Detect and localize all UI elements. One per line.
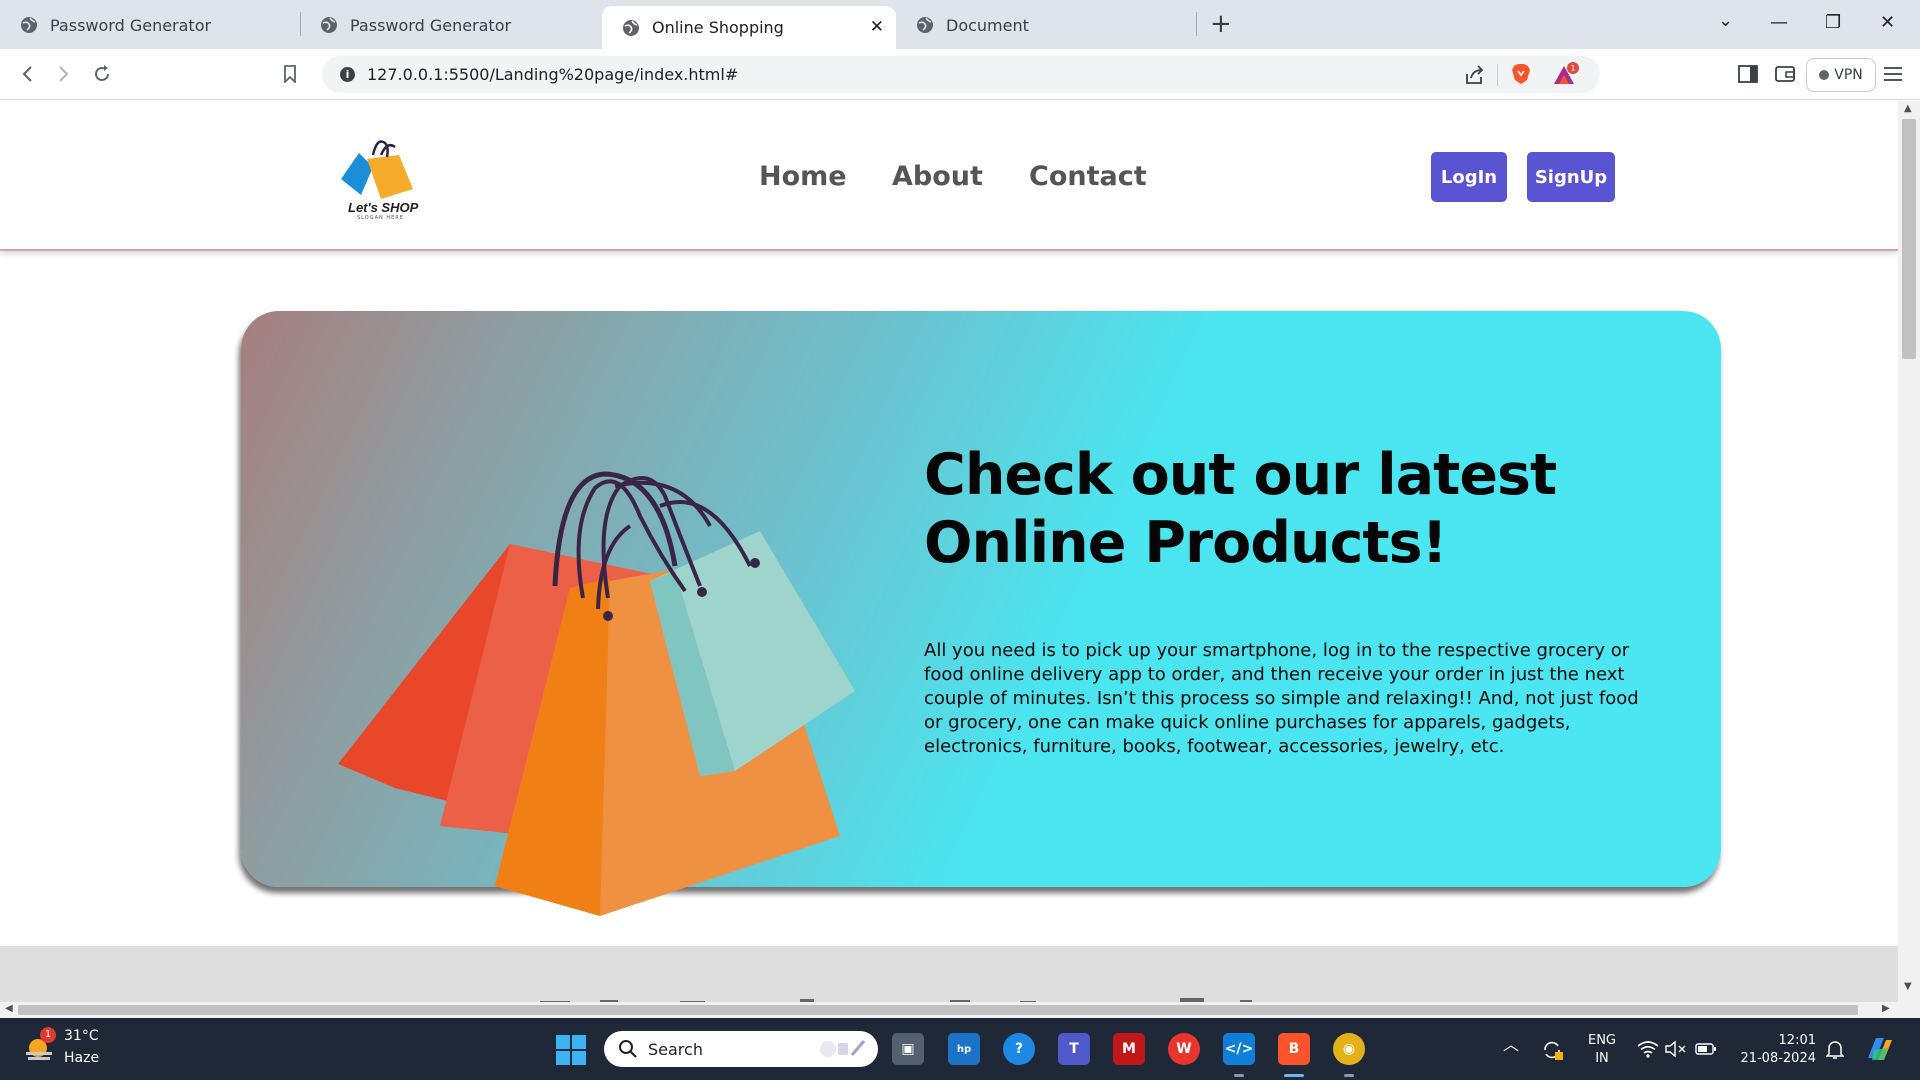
language-region: IN [1595,1051,1609,1066]
vertical-scroll-thumb[interactable] [1902,119,1916,359]
hero-description: All you need is to pick up your smartpho… [924,640,1639,757]
globe-icon [21,17,37,33]
tab-title: Password Generator [350,15,512,35]
wifi-icon[interactable] [1637,1040,1659,1058]
tab-document[interactable]: Document [896,5,1196,45]
close-window-button[interactable]: ✕ [1880,12,1895,33]
brave-active-indicator [1284,1074,1304,1077]
nav-home-link[interactable]: Home [759,161,847,192]
sidebar-icon[interactable] [1738,65,1758,83]
forward-arrow-icon [59,66,69,82]
notification-bell-icon[interactable] [1826,1040,1844,1060]
system-clock[interactable]: 12:01 21-08-2024 [1736,1032,1816,1068]
chrome-running-indicator [1344,1074,1354,1077]
browser-toolbar: i 127.0.0.1:5500/Landing%20page/index.ht… [0,49,1920,100]
nav-contact-link[interactable]: Contact [1029,161,1147,192]
scroll-right-arrow-icon[interactable]: ▶ [1882,1003,1890,1014]
search-highlight-icon [820,1040,866,1057]
tab-bar: Password Generator Password Generator On… [0,0,1920,49]
globe-icon [917,17,933,33]
vertical-scrollbar[interactable]: ▲ ▼ [1898,101,1920,1018]
menu-icon[interactable] [1883,66,1903,82]
divider [1497,64,1498,86]
chrome-app-icon[interactable]: ◉ [1333,1033,1365,1065]
brave-shield-icon[interactable] [1511,63,1531,85]
tab-password-generator-1[interactable]: Password Generator [0,5,300,45]
vpn-label: VPN [1834,67,1863,83]
minimize-button[interactable]: — [1770,12,1788,33]
logo-slogan: SLOGAN HERE [357,215,404,221]
search-label: Search [648,1040,703,1059]
signup-button[interactable]: SignUp [1527,152,1615,202]
weather-temperature[interactable]: 31°C [64,1028,99,1044]
bookmark-icon [284,65,296,83]
tab-title: Online Shopping [652,18,784,37]
tab-title: Password Generator [50,15,212,35]
globe-icon [623,19,639,36]
copilot-icon[interactable] [1864,1034,1896,1064]
language-indicator[interactable]: ENG IN [1583,1032,1621,1068]
language-code: ENG [1587,1033,1616,1048]
vpn-status-icon [1819,70,1830,80]
tab-title: Document [946,15,1029,35]
hero-title: Check out our latest Online Products! [924,441,1624,577]
myhp-app-icon[interactable]: hp [948,1033,980,1065]
site-header: Let's SHOP SLOGAN HERE Home About Contac… [0,101,1898,251]
scroll-down-arrow-icon[interactable]: ▼ [1904,981,1912,992]
share-icon[interactable] [1464,65,1486,85]
tab-separator [1196,12,1197,36]
horizontal-scrollbar[interactable]: ◀ ▶ [0,1002,1898,1018]
scroll-up-arrow-icon[interactable]: ▲ [1904,103,1912,114]
windows-start-icon[interactable] [556,1035,586,1065]
windows-taskbar: 1 31°C Haze Search ▣ hp ? T M W </> B ◉ … [0,1018,1920,1080]
url-text: 127.0.0.1:5500/Landing%20page/index.html… [367,65,739,84]
tab-online-shopping[interactable]: Online Shopping ✕ [602,6,896,49]
vscode-running-indicator [1234,1074,1244,1077]
reload-button[interactable] [89,61,115,87]
restore-button[interactable]: ❐ [1825,12,1841,33]
mcafee-app-icon[interactable]: M [1113,1033,1145,1065]
page-viewport: Let's SHOP SLOGAN HERE Home About Contac… [0,101,1898,1018]
teams-app-icon[interactable]: T [1058,1033,1090,1065]
rewards-badge-count: 1 [1570,64,1575,73]
search-icon [619,1040,637,1058]
logo-text: Let's SHOP [348,200,419,215]
bookmark-button[interactable] [277,61,303,87]
weather-description[interactable]: Haze [64,1050,99,1066]
wallet-icon[interactable] [1775,65,1795,83]
shopping-bags-illustration [338,471,855,916]
brave-rewards-icon[interactable]: 1 [1551,62,1579,88]
battery-icon[interactable] [1695,1041,1717,1057]
wps-office-app-icon[interactable]: W [1168,1033,1200,1065]
task-view-icon[interactable]: ▣ [892,1033,924,1065]
hero-title-line-2: Online Products! [924,510,1448,576]
tab-search-chevron-icon[interactable]: ⌄ [1718,10,1733,31]
forward-button[interactable] [51,61,77,87]
scroll-left-arrow-icon[interactable]: ◀ [5,1003,13,1014]
clock-date: 21-08-2024 [1740,1051,1816,1066]
back-button[interactable] [14,61,40,87]
vscode-app-icon[interactable]: </> [1223,1033,1255,1065]
globe-icon [321,17,337,33]
sync-icon[interactable] [1541,1040,1563,1060]
taskbar-search-box[interactable]: Search [604,1031,878,1067]
hero-title-line-1: Check out our latest [924,442,1557,508]
brave-browser-app-icon[interactable]: B [1278,1033,1310,1065]
site-info-icon[interactable]: i [340,67,355,82]
tray-overflow-chevron-icon[interactable]: ︿ [1503,1036,1519,1054]
login-button[interactable]: LogIn [1431,152,1507,202]
new-tab-button[interactable]: + [1210,9,1232,39]
horizontal-scroll-thumb[interactable] [18,1005,1858,1015]
vpn-button[interactable]: VPN [1806,58,1876,92]
help-app-icon[interactable]: ? [1003,1033,1035,1065]
close-tab-icon[interactable]: ✕ [870,17,884,37]
reload-icon [95,65,109,81]
speaker-muted-icon[interactable] [1665,1040,1687,1058]
clock-time: 12:01 [1778,1033,1816,1048]
address-bar[interactable]: i 127.0.0.1:5500/Landing%20page/index.ht… [322,56,1600,93]
nav-about-link[interactable]: About [892,161,983,192]
tab-password-generator-2[interactable]: Password Generator [300,5,600,45]
back-arrow-icon [22,66,32,82]
weather-badge: 1 [40,1027,56,1043]
